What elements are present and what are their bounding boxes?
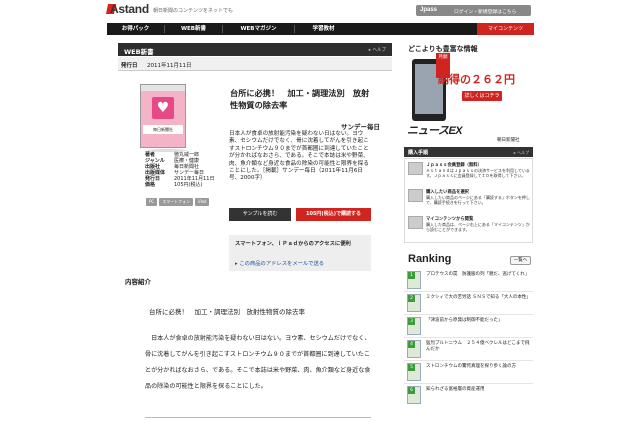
intro-heading: 内容紹介 (125, 278, 151, 286)
site-header: Astand 朝日新聞のコンテンツをネットでも Jpass ログイン・新規登録は… (0, 0, 640, 22)
rank-number: 6 (408, 387, 415, 394)
step-thumbnail (408, 162, 423, 175)
nav-item-packs[interactable]: お得パック (107, 23, 164, 35)
purchase-guide: Ｊｐａｓｓ会員登録（無料） ＡｓｔａｎｄはＪｐａｓｓの決済サービスを利用していま… (404, 158, 533, 243)
book-description: 日本人が食卓の放射能汚染を疑わない日はない。ヨウ素、セシウムだけでなく、骨に沈着… (229, 131, 369, 182)
news-ex-banner[interactable]: 月額 納得の２６２円 詳しくはコチラ ニュースEX 朝日新聞社 (404, 53, 533, 145)
divider (145, 417, 371, 418)
ranking-item[interactable]: 6 知られざる富裕層の資産運用 (404, 385, 533, 405)
jpass-logo: Jpass (420, 7, 438, 13)
section-header: WEB新書 ▸ ヘルプ (118, 43, 392, 56)
guide-help-label: ヘルプ (517, 149, 529, 155)
divider (404, 314, 533, 315)
meta-value: 105円(税込) (174, 182, 203, 188)
email-address-link-label: この商品のアドレスをメールで送る (239, 261, 325, 267)
book-cover[interactable]: ♥ 毎日新聞社 (140, 84, 186, 148)
rank-number: 5 (408, 364, 415, 371)
release-bar: 発行日 2011年11月11日 (118, 57, 392, 71)
step-thumbnail (408, 216, 423, 229)
site-tagline: 朝日新聞のコンテンツをネットでも (153, 8, 234, 14)
mobile-access-text: スマートフォン、ｉＰａｄからのアクセスに便利 (235, 241, 351, 247)
intro-body: 日本人が食卓の放射能汚染を疑わない日はない。ヨウ素、セシウムだけでなく、骨に沈着… (145, 335, 371, 390)
release-label: 発行日 (121, 63, 138, 69)
rank-number: 2 (408, 295, 415, 302)
ranking-item[interactable]: 2 ミクシィで大の苦労話 ＳＮＳで知る「大人の本性」 (404, 293, 533, 313)
step-text: ＡｓｔａｎｄはＪｐａｓｓの決済サービスを利用しています。Ｊｐａｓｓに会員登録して… (426, 168, 530, 179)
read-sample-button[interactable]: サンプルを読む (229, 208, 291, 221)
publisher-logo: サンデー毎日 (341, 124, 380, 131)
news-ex-logo: ニュースEX (407, 125, 463, 137)
email-address-link[interactable]: ▸ この商品のアドレスをメールで送る (235, 259, 324, 267)
rank-number: 1 (408, 272, 415, 279)
ad-publisher: 朝日新聞社 (497, 138, 520, 143)
release-date: 2011年11月11日 (147, 63, 192, 69)
ranking-item-title[interactable]: プロテウスの罠 防護服の列「親だ、逃げてくれ」 (426, 272, 531, 278)
guide-help-link[interactable]: ▸ ヘルプ (514, 150, 529, 156)
purchase-guide-header: 購入手順 ▸ ヘルプ (404, 147, 533, 157)
ranking-item-title[interactable]: ミクシィで大の苦労話 ＳＮＳで知る「大人の本性」 (426, 295, 531, 301)
help-link-label: ヘルプ (372, 48, 387, 53)
rank-number: 3 (408, 318, 415, 325)
heart-icon: ♥ (152, 97, 174, 119)
divider (404, 360, 533, 361)
jpass-login-link[interactable]: ログイン・新規登録はこちら (454, 8, 516, 15)
site-logo[interactable]: Astand (110, 2, 149, 16)
ranking-item-title[interactable]: 「津波前から原発は制御不能だった」 (426, 318, 531, 324)
divider (404, 383, 533, 384)
cover-publisher: 毎日新聞社 (143, 125, 183, 134)
ranking-item-title[interactable]: 猛烈プルトニウム ２５４億ベクレルはどこまで飛んだか (426, 341, 531, 353)
device-tags: PC スマートフォン iPad (146, 198, 210, 206)
ad-more-button[interactable]: 詳しくはコチラ (462, 91, 502, 101)
ranking-item[interactable]: 4 猛烈プルトニウム ２５４億ベクレルはどこまで飛んだか (404, 339, 533, 359)
book-title: 台所に必携！ 加工・調理法別 放射性物質の除去率 (230, 88, 370, 110)
book-meta: 著者 徳丸威一郎 ジャンル 医療・健康 出版社 毎日新聞社 出版媒体 サンデー毎日 発行… (145, 152, 214, 188)
main-nav: お得パック WEB新書 WEBマガジン 学習教材 (107, 23, 534, 35)
divider (404, 337, 533, 338)
mycontents-button[interactable]: マイコンテンツ (477, 23, 534, 35)
rank-number: 4 (408, 341, 415, 348)
mobile-access-box: スマートフォン、ｉＰａｄからのアクセスに便利 ▸ この商品のアドレスをメールで送… (229, 235, 371, 271)
device-tag: スマートフォン (159, 198, 194, 206)
ranking-item-title[interactable]: 知られざる富裕層の資産運用 (426, 387, 531, 393)
step-text: 購入した商品は、ページ右上にある「マイコンテンツ」から読むことができます。 (426, 222, 530, 233)
intro-title: 台所に必携！ 加工・調理法別 放射性物質の除去率 (149, 308, 305, 316)
meta-key: 価格 (145, 182, 156, 188)
nav-item-web-magazine[interactable]: WEBマガジン (223, 23, 294, 35)
nav-item-web-shinsho[interactable]: WEB新書 (165, 23, 222, 35)
ranking-item[interactable]: 5 ストロンチウムの驚愕真理を探り歩く論の方 (404, 362, 533, 382)
section-title: WEB新書 (124, 48, 154, 56)
purchase-guide-title: 購入手順 (408, 150, 429, 156)
jpass-login-bar[interactable]: Jpass ログイン・新規登録はこちら (416, 5, 531, 16)
ranking-title: Ranking (408, 253, 452, 265)
step-text: 購入したい商品のページにある「購読する」ボタンを押して、購読手続きを行って下さい… (426, 195, 530, 206)
buy-button[interactable]: 105円(税込)で購読する (296, 208, 371, 221)
ranking-item[interactable]: 1 プロテウスの罠 防護服の列「親だ、逃げてくれ」 (404, 270, 533, 290)
device-tag: PC (146, 198, 158, 206)
ranking-item-title[interactable]: ストロンチウムの驚愕真理を探り歩く論の方 (426, 364, 531, 370)
ranking-item[interactable]: 3 「津波前から原発は制御不能だった」 (404, 316, 533, 336)
ad-price: 納得の２６２円 (438, 73, 515, 86)
meta-row: 価格 105円(税込) (145, 182, 214, 188)
nav-item-learning[interactable]: 学習教材 (295, 23, 352, 35)
help-link[interactable]: ▸ ヘルプ (369, 47, 386, 53)
ranking-all-button[interactable]: 一覧へ (510, 256, 531, 265)
divider (404, 291, 533, 292)
device-tag: iPad (195, 198, 210, 206)
step-thumbnail (408, 189, 423, 202)
cover-band (141, 85, 185, 91)
